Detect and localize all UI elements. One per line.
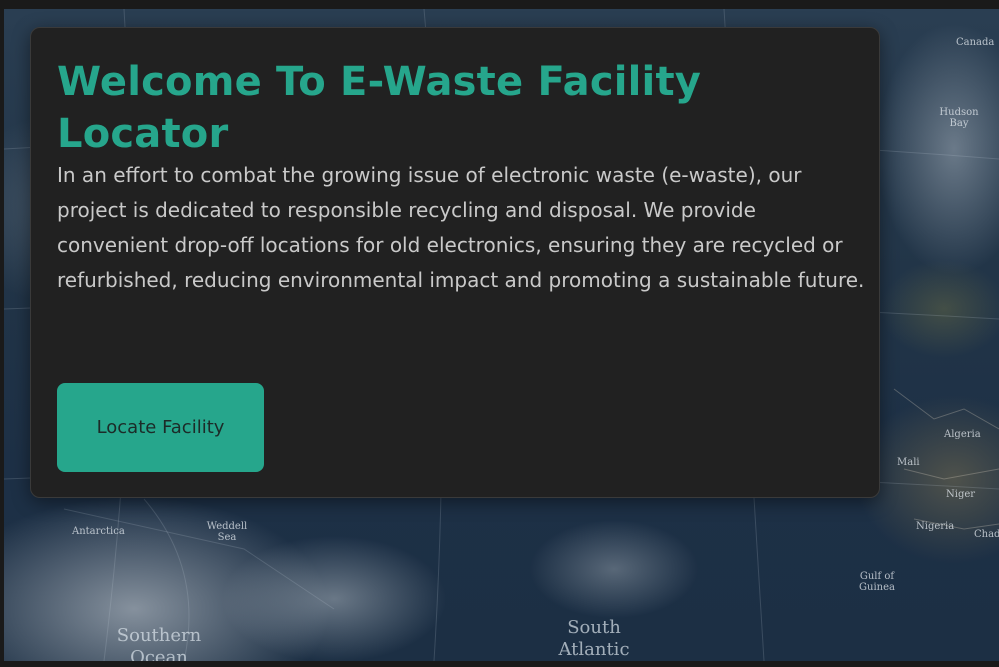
map-label-niger: Niger — [946, 489, 976, 500]
page-title: Welcome To E-Waste Facility Locator — [57, 59, 702, 157]
map-label-south-atlantic: South Atlantic — [558, 617, 630, 660]
intro-description: In an effort to combat the growing issue… — [57, 163, 865, 292]
map-label-southern-ocean: Southern Ocean — [116, 625, 202, 661]
map-label-gulf-of-guinea: Gulf of Guinea — [859, 571, 895, 593]
map-label-nigeria: Nigeria — [916, 521, 955, 532]
locate-facility-button[interactable]: Locate Facility — [57, 383, 264, 472]
map-label-mali: Mali — [897, 457, 920, 468]
map-label-weddell-sea: Weddell Sea — [206, 521, 248, 543]
map-label-chad: Chad — [974, 529, 999, 540]
map-label-algeria: Algeria — [944, 429, 981, 440]
page-frame: Canada Hudson Bay Algeria Mali Niger Nig… — [0, 0, 999, 667]
map-label-canada: Canada — [956, 37, 995, 48]
map-label-antarctica: Antarctica — [72, 526, 125, 537]
map-label-hudson-bay: Hudson Bay — [939, 107, 979, 129]
welcome-card: Welcome To E-Waste Facility Locator In a… — [30, 27, 880, 498]
